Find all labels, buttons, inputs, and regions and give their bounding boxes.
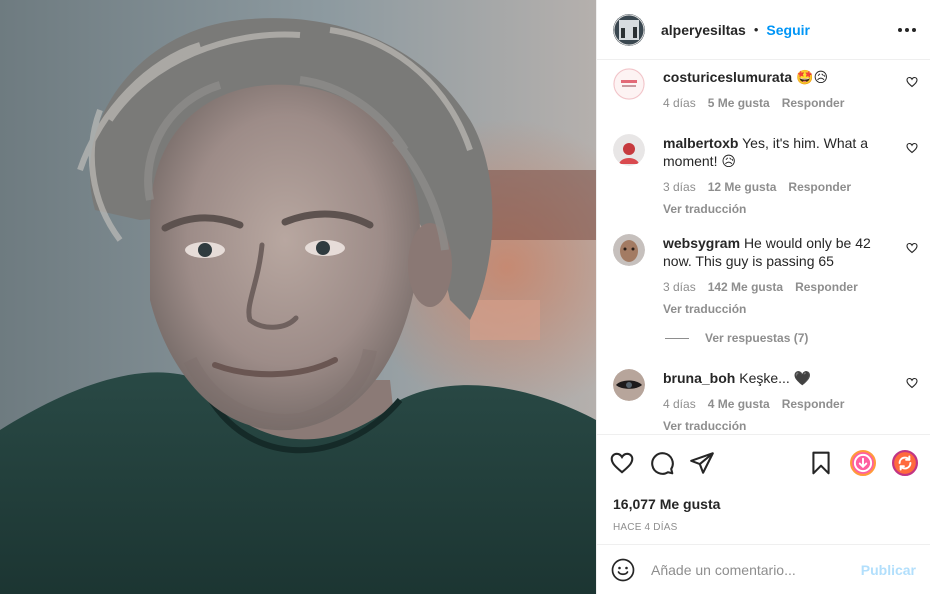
download-icon[interactable] — [850, 449, 876, 476]
comment-age[interactable]: 3 días — [663, 180, 696, 194]
comment-item: websygram He would only be 42 now. This … — [613, 234, 918, 316]
commenter-avatar[interactable] — [613, 369, 645, 401]
comment-content: 🤩😥 — [796, 69, 829, 85]
reply-button[interactable]: Responder — [782, 397, 845, 411]
comment-item: bruna_boh Keşke... 🖤 4 días 4 Me gusta R… — [613, 369, 918, 433]
comment-input[interactable] — [651, 561, 851, 578]
commenter-username[interactable]: costuriceslumurata — [663, 69, 792, 85]
post-header: alperyesiltas • Seguir — [597, 0, 930, 60]
post-timestamp[interactable]: HACE 4 DÍAS — [597, 522, 930, 533]
comment-body: websygram He would only be 42 now. This … — [663, 234, 883, 316]
bookmark-icon[interactable] — [808, 450, 834, 476]
repost-icon[interactable] — [892, 449, 918, 476]
author-username[interactable]: alperyesiltas — [661, 22, 746, 38]
post-panel: alperyesiltas • Seguir costuriceslumurat… — [596, 0, 930, 594]
likes-count[interactable]: 16,077 Me gusta — [597, 496, 930, 512]
see-translation-button[interactable]: Ver traducción — [663, 202, 883, 216]
commenter-avatar[interactable] — [613, 134, 645, 166]
replies-divider — [665, 337, 689, 339]
heart-outline-icon[interactable] — [906, 242, 918, 254]
comment-likes[interactable]: 5 Me gusta — [708, 96, 770, 110]
share-paper-plane-icon[interactable] — [689, 450, 715, 476]
comment-meta: 3 días 142 Me gusta Responder — [663, 280, 883, 294]
more-horizontal-icon[interactable] — [898, 22, 916, 38]
emoji-smile-icon[interactable] — [611, 558, 635, 582]
view-replies-button[interactable]: Ver respuestas (7) — [665, 331, 808, 345]
portrait-photo — [0, 0, 596, 594]
see-translation-button[interactable]: Ver traducción — [663, 419, 883, 433]
heart-outline-icon[interactable] — [906, 142, 918, 154]
author-avatar[interactable] — [613, 13, 645, 46]
follow-button[interactable]: Seguir — [766, 22, 810, 38]
comment-likes[interactable]: 142 Me gusta — [708, 280, 783, 294]
heart-outline-icon[interactable] — [906, 76, 918, 88]
actions-right — [808, 449, 918, 476]
publish-button[interactable]: Publicar — [861, 562, 916, 578]
separator-dot: • — [753, 22, 759, 37]
see-translation-button[interactable]: Ver traducción — [663, 302, 883, 316]
post-modal: alperyesiltas • Seguir costuriceslumurat… — [0, 0, 930, 594]
post-actions — [597, 434, 930, 490]
comment-bubble-icon[interactable] — [649, 450, 675, 476]
add-comment-bar: Publicar — [597, 544, 930, 594]
comments-list[interactable]: costuriceslumurata 🤩😥 4 días 5 Me gusta … — [597, 60, 930, 434]
comment-body: bruna_boh Keşke... 🖤 4 días 4 Me gusta R… — [663, 369, 883, 433]
comment-text: bruna_boh Keşke... 🖤 — [663, 369, 883, 387]
view-replies-label: Ver respuestas (7) — [705, 331, 809, 345]
commenter-avatar[interactable] — [613, 68, 645, 100]
comment-text: costuriceslumurata 🤩😥 — [663, 68, 883, 86]
comment-likes[interactable]: 4 Me gusta — [708, 397, 770, 411]
comment-text: websygram He would only be 42 now. This … — [663, 234, 883, 270]
comment-age[interactable]: 4 días — [663, 96, 696, 110]
commenter-avatar[interactable] — [613, 234, 645, 266]
commenter-username[interactable]: bruna_boh — [663, 370, 735, 386]
like-heart-icon[interactable] — [609, 450, 635, 476]
comment-age[interactable]: 4 días — [663, 397, 696, 411]
comment-meta: 4 días 5 Me gusta Responder — [663, 96, 883, 110]
comment-item: malbertoxb Yes, it's him. What a moment!… — [613, 134, 918, 216]
comment-meta: 3 días 12 Me gusta Responder — [663, 180, 883, 194]
commenter-username[interactable]: malbertoxb — [663, 135, 738, 151]
comment-content: Keşke... 🖤 — [739, 370, 812, 386]
comment-likes[interactable]: 12 Me gusta — [708, 180, 777, 194]
commenter-username[interactable]: websygram — [663, 235, 740, 251]
comment-item: costuriceslumurata 🤩😥 4 días 5 Me gusta … — [613, 68, 918, 110]
post-photo[interactable] — [0, 0, 596, 594]
comment-text: malbertoxb Yes, it's him. What a moment!… — [663, 134, 883, 170]
reply-button[interactable]: Responder — [788, 180, 851, 194]
reply-button[interactable]: Responder — [795, 280, 858, 294]
comment-body: costuriceslumurata 🤩😥 4 días 5 Me gusta … — [663, 68, 883, 110]
comment-age[interactable]: 3 días — [663, 280, 696, 294]
reply-button[interactable]: Responder — [782, 96, 845, 110]
heart-outline-icon[interactable] — [906, 377, 918, 389]
comment-body: malbertoxb Yes, it's him. What a moment!… — [663, 134, 883, 216]
comment-meta: 4 días 4 Me gusta Responder — [663, 397, 883, 411]
